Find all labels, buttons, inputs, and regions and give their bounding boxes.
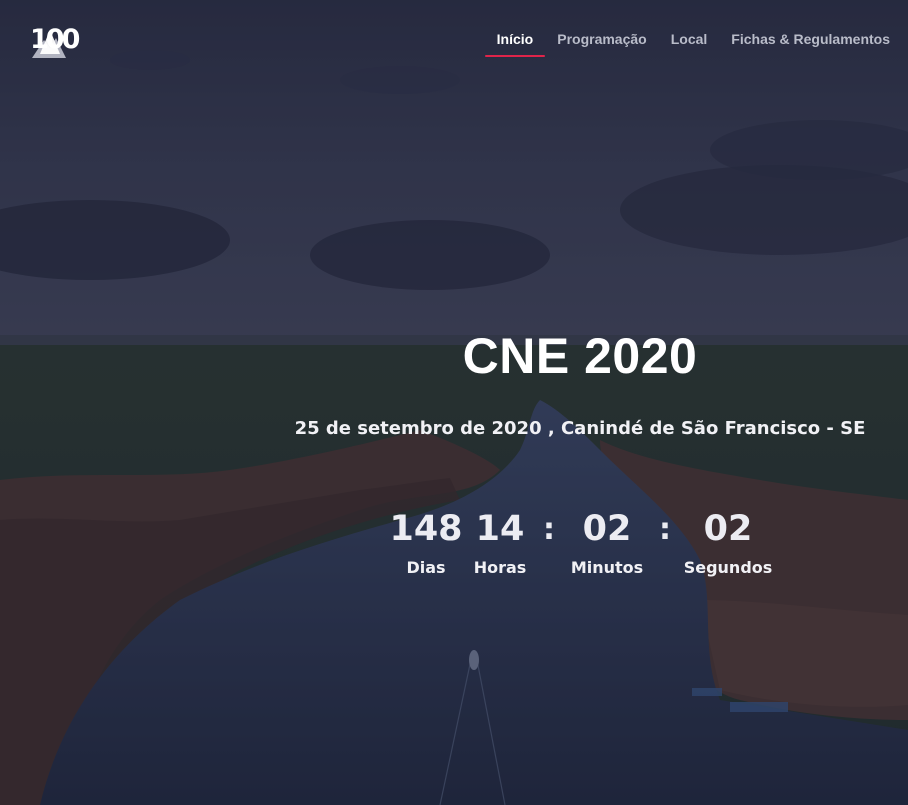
hero-content: CNE 2020 25 de setembro de 2020 , Canind… (0, 0, 908, 805)
countdown-days-label: Dias (406, 558, 446, 577)
countdown-seconds-value: 02 (703, 509, 753, 549)
countdown-separator: : (659, 512, 671, 547)
countdown-hours: 14 Horas (474, 508, 527, 577)
countdown-days: 148 Dias (389, 508, 462, 577)
countdown-seconds: 02 Segundos (684, 508, 773, 577)
countdown-seconds-label: Segundos (683, 558, 773, 577)
countdown-separator: : (543, 512, 555, 547)
countdown-hours-value: 14 (475, 509, 525, 549)
countdown-minutes-label: Minutos (570, 558, 644, 577)
countdown-minutes-value: 02 (582, 509, 632, 549)
event-date-location: 25 de setembro de 2020 , Canindé de São … (294, 418, 866, 439)
countdown-minutes: 02 Minutos (571, 508, 643, 577)
countdown-days-value: 148 (389, 509, 463, 549)
countdown-timer: 148 Dias 14 Horas : 02 Minutos : 02 Segu… (0, 508, 908, 588)
countdown-hours-label: Horas (473, 558, 527, 577)
hero-section: 100 Início Programação Local Fichas & Re… (0, 0, 908, 805)
page-title: CNE 2020 (462, 328, 698, 384)
